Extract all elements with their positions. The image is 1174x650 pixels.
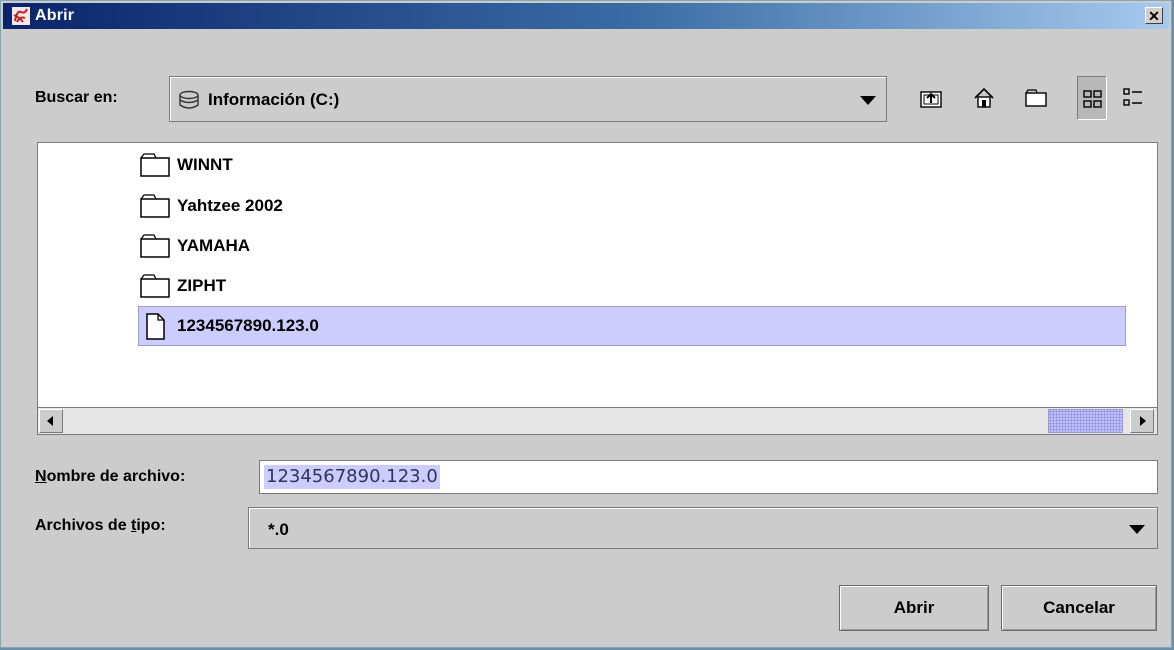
horizontal-scrollbar[interactable] [38,407,1157,434]
filename-label-mnemonic: N [35,468,47,485]
list-item[interactable]: YAMAHA [139,227,1125,265]
folder-icon [139,192,171,220]
list-view-icon [1083,90,1102,108]
file-name: Yahtzee 2002 [177,196,283,215]
folder-icon [139,272,171,300]
file-list[interactable]: WINNT Yahtzee 2002 YAMAHA ZIPHT 12345678… [37,142,1158,435]
java-app-icon [11,6,31,26]
chevron-down-icon[interactable] [860,96,876,105]
window-title: Abrir [35,7,75,24]
lookin-value: Información (C:) [208,90,340,109]
drive-icon [178,89,200,111]
scroll-left-button[interactable] [39,409,63,433]
home-icon [974,87,994,108]
cancel-button[interactable]: Cancelar [1001,585,1157,631]
new-folder-button[interactable] [1021,76,1051,120]
filename-label-text: ombre de archivo: [46,468,186,485]
filetype-value: *.0 [268,520,289,539]
up-folder-button[interactable] [916,76,946,120]
filetype-label-pre: Archivos de [35,517,132,534]
details-view-icon [1123,88,1142,106]
filetype-label-post: ipo: [136,517,166,534]
home-button[interactable] [969,76,999,120]
lookin-label: Buscar en: [35,89,118,106]
file-name: YAMAHA [177,236,251,255]
scrollbar-thumb[interactable] [1048,409,1123,433]
open-dialog: Abrir ✕ Buscar en: Información (C:) WINN… [0,0,1172,648]
details-view-button[interactable] [1118,76,1148,120]
title-bar[interactable]: Abrir ✕ [3,3,1169,29]
arrow-left-icon [47,416,53,426]
list-item[interactable]: WINNT [139,146,1125,184]
filetype-combo[interactable]: *.0 [248,507,1158,549]
list-view-button[interactable] [1077,76,1107,120]
up-folder-icon [920,91,942,108]
filename-label: Nombre de archivo: [35,468,185,486]
filename-value: 1234567890.123.0 [264,465,440,489]
scroll-right-button[interactable] [1130,409,1154,433]
folder-icon [139,151,171,179]
list-item[interactable]: 1234567890.123.0 [138,306,1126,346]
filetype-label: Archivos de tipo: [35,517,166,535]
folder-icon [139,232,171,260]
file-name: 1234567890.123.0 [177,316,319,335]
file-name: ZIPHT [177,276,227,295]
close-button[interactable]: ✕ [1145,7,1163,24]
list-item[interactable]: ZIPHT [139,267,1125,305]
close-icon: ✕ [1148,8,1160,24]
filename-input[interactable]: 1234567890.123.0 [259,460,1158,494]
new-folder-icon [1025,89,1047,107]
open-button[interactable]: Abrir [839,585,989,631]
file-name: WINNT [177,155,233,174]
chevron-down-icon[interactable] [1129,525,1145,534]
list-item[interactable]: Yahtzee 2002 [139,187,1125,225]
arrow-right-icon [1140,416,1146,426]
lookin-combo[interactable]: Información (C:) [169,76,887,122]
file-icon [139,312,171,340]
